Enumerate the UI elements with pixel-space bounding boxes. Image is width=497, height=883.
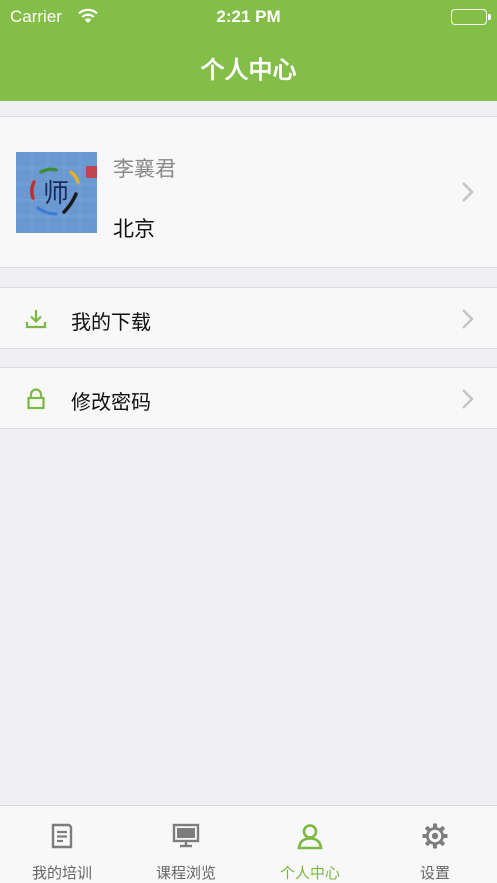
- chevron-right-icon: [461, 181, 475, 203]
- menu-item-my-downloads[interactable]: 我的下载: [0, 287, 497, 349]
- menu-item-change-password[interactable]: 修改密码: [0, 367, 497, 429]
- menu-item-label: 我的下载: [71, 310, 151, 334]
- tab-bar: 我的培训 课程浏览 个人中心 设置: [0, 805, 497, 883]
- tab-label: 个人中心: [279, 864, 340, 882]
- tab-personal-center[interactable]: 个人中心: [248, 806, 372, 883]
- tab-settings[interactable]: 设置: [373, 806, 497, 883]
- person-icon: [296, 822, 324, 850]
- avatar-text: 师: [43, 179, 69, 209]
- navigation-bar: Carrier 2:21 PM 个人中心: [0, 0, 497, 101]
- tab-label: 我的培训: [31, 864, 92, 882]
- menu-item-label: 修改密码: [71, 390, 151, 414]
- user-city: 北京: [113, 217, 155, 241]
- avatar: 师: [16, 152, 97, 233]
- download-icon: [24, 307, 48, 331]
- status-bar: Carrier 2:21 PM: [0, 0, 497, 34]
- page-title: 个人中心: [200, 56, 297, 84]
- user-name: 李襄君: [113, 157, 176, 181]
- profile-card[interactable]: 师 李襄君 北京: [0, 116, 497, 268]
- tab-label: 设置: [419, 864, 450, 882]
- chevron-right-icon: [461, 308, 475, 330]
- chevron-right-icon: [461, 388, 475, 410]
- lock-icon: [24, 387, 48, 411]
- battery-icon: [451, 9, 491, 25]
- status-time: 2:21 PM: [216, 7, 281, 26]
- tab-my-training[interactable]: 我的培训: [0, 806, 124, 883]
- tab-label: 课程浏览: [155, 864, 216, 882]
- tab-course-browse[interactable]: 课程浏览: [124, 806, 248, 883]
- monitor-icon: [172, 822, 200, 850]
- gear-icon: [421, 822, 449, 850]
- document-icon: [48, 822, 76, 850]
